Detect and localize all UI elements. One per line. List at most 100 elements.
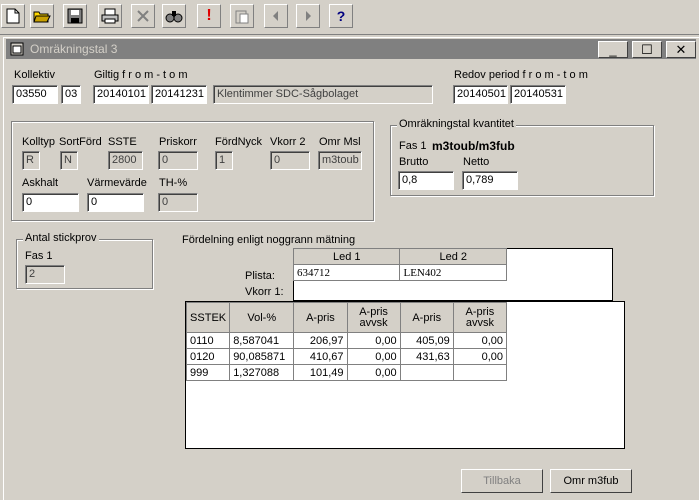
minimize-button[interactable]: _ — [598, 41, 628, 58]
paste-icon[interactable] — [230, 4, 254, 28]
table-cell[interactable]: 90,085871 — [229, 348, 295, 365]
table-cell[interactable]: 999 — [185, 364, 231, 381]
omrmsl-field: m3toub — [318, 151, 362, 170]
kvantitet-unit: m3toub/m3fub — [432, 139, 515, 153]
table-cell[interactable]: 0,00 — [346, 332, 401, 349]
fordelning-title: Fördelning enligt noggrann mätning — [182, 234, 356, 246]
col-header: A-pris avvsk — [346, 302, 401, 333]
child-window: Omräkningstal 3 _ ☐ ✕ Kollektiv 03550 03… — [3, 37, 699, 500]
table-cell[interactable]: 8,587041 — [229, 332, 295, 349]
giltig-label: Giltig f r o m - t o m — [94, 69, 188, 81]
fordelning-grid: SSTEK Vol-% A-pris A-pris avvsk A-pris A… — [185, 302, 508, 381]
stickprov-field: 2 — [25, 265, 65, 284]
open-icon[interactable] — [30, 4, 54, 28]
fordnyck-label: FördNyck — [215, 136, 263, 148]
close-button[interactable]: ✕ — [666, 41, 696, 58]
table-cell[interactable]: 1,327088 — [229, 364, 295, 381]
tillbaka-button[interactable]: Tillbaka — [461, 469, 543, 493]
plista-led1[interactable]: 634712 — [292, 264, 401, 281]
table-cell[interactable]: 431,63 — [399, 348, 454, 365]
table-cell[interactable]: 0,00 — [346, 364, 401, 381]
led1-header: Led 1 — [292, 248, 401, 265]
col-header: A-pris — [399, 302, 454, 333]
delete-icon[interactable] — [131, 4, 155, 28]
help-icon[interactable]: ? — [329, 4, 353, 28]
redov-from-field[interactable]: 20140501 — [453, 85, 508, 104]
sortford-field: N — [60, 151, 78, 170]
table-cell[interactable] — [452, 364, 508, 381]
netto-label: Netto — [463, 156, 490, 168]
table-cell[interactable]: 206,97 — [293, 332, 348, 349]
params-group: Kolltyp R SortFörd N SSTE 2800 Priskorr … — [11, 121, 374, 221]
varmevarde-label: Värmevärde — [87, 177, 147, 189]
kolltyp-field: R — [22, 151, 40, 170]
priskorr-label: Priskorr — [159, 136, 197, 148]
new-icon[interactable] — [1, 4, 25, 28]
varmevarde-field[interactable]: 0 — [87, 193, 144, 212]
sste-field: 2800 — [108, 151, 143, 170]
kvantitet-fas-label: Fas 1 — [399, 140, 427, 152]
table-row[interactable]: 999 1,327088 101,49 0,00 — [185, 364, 508, 381]
brutto-label: Brutto — [399, 156, 429, 168]
window-title: Omräkningstal 3 — [30, 42, 118, 56]
table-row[interactable]: 0110 8,587041 206,97 0,00 405,09 0,00 — [185, 332, 508, 349]
window-icon — [10, 42, 24, 59]
stickprov-legend: Antal stickprov — [23, 232, 99, 244]
brutto-field[interactable]: 0,8 — [398, 171, 454, 190]
col-header: Vol-% — [229, 302, 295, 333]
kollektiv-field[interactable]: 03550 — [12, 85, 58, 104]
table-cell[interactable]: 0120 — [185, 348, 231, 365]
priskorr-field: 0 — [158, 151, 198, 170]
fordnyck-field: 1 — [215, 151, 233, 170]
table-cell[interactable]: 0,00 — [452, 332, 508, 349]
led-table: Led 1 Led 2 634712 LEN402 — [292, 248, 507, 281]
print-icon[interactable] — [98, 4, 122, 28]
col-header: SSTEK — [185, 302, 231, 333]
vkorr2-field: 0 — [270, 151, 310, 170]
toolbar: ! ? — [0, 0, 699, 35]
kolltyp-label: Kolltyp — [22, 136, 56, 148]
kvantitet-legend: Omräkningstal kvantitet — [397, 118, 516, 130]
save-icon[interactable] — [63, 4, 87, 28]
askhalt-label: Askhalt — [22, 177, 59, 189]
redov-tom-field[interactable]: 20140531 — [510, 85, 566, 104]
sortford-label: SortFörd — [59, 136, 102, 148]
prev-icon[interactable] — [264, 4, 288, 28]
kvantitet-group: Omräkningstal kvantitet Fas 1 m3toub/m3f… — [390, 118, 654, 196]
giltig-tom-field[interactable]: 20141231 — [151, 85, 207, 104]
exclamation-icon[interactable]: ! — [197, 4, 221, 28]
kollektiv-label: Kollektiv — [14, 69, 55, 81]
search-icon[interactable] — [162, 4, 186, 28]
vkorr1-label: Vkorr 1: — [245, 286, 284, 298]
th-label: TH-% — [159, 177, 188, 189]
maximize-button[interactable]: ☐ — [632, 41, 662, 58]
table-cell[interactable] — [399, 364, 454, 381]
table-cell[interactable]: 405,09 — [399, 332, 454, 349]
table-cell[interactable]: 0110 — [185, 332, 231, 349]
askhalt-field[interactable]: 0 — [22, 193, 79, 212]
omr-m3fub-button[interactable]: Omr m3fub — [550, 469, 632, 493]
th-field: 0 — [158, 193, 198, 212]
next-icon[interactable] — [296, 4, 320, 28]
vkorr2-label: Vkorr 2 — [270, 136, 306, 148]
plista-led2[interactable]: LEN402 — [399, 264, 507, 281]
title-bar: Omräkningstal 3 _ ☐ ✕ — [6, 39, 696, 59]
table-cell[interactable]: 410,67 — [293, 348, 348, 365]
plista-label: Plista: — [245, 270, 275, 282]
table-cell[interactable]: 0,00 — [346, 348, 401, 365]
table-cell[interactable]: 101,49 — [293, 364, 348, 381]
table-cell[interactable]: 0,00 — [452, 348, 508, 365]
omrmsl-label: Omr Msl — [319, 136, 361, 148]
table-row[interactable]: 0120 90,085871 410,67 0,00 431,63 0,00 — [185, 348, 508, 365]
col-header: A-pris — [293, 302, 348, 333]
led2-header: Led 2 — [399, 248, 507, 265]
col-header: A-pris avvsk — [452, 302, 508, 333]
kollektiv-sub-field[interactable]: 03 — [61, 85, 81, 104]
netto-field[interactable]: 0,789 — [462, 171, 518, 190]
sste-label: SSTE — [108, 136, 137, 148]
giltig-from-field[interactable]: 20140101 — [93, 85, 149, 104]
description-field: Klentimmer SDC-Sågbolaget — [213, 85, 433, 104]
redovperiod-label: Redov period f r o m - t o m — [454, 69, 588, 81]
stickprov-fas-label: Fas 1 — [25, 250, 53, 262]
stickprov-group: Antal stickprov Fas 1 2 — [16, 232, 153, 289]
